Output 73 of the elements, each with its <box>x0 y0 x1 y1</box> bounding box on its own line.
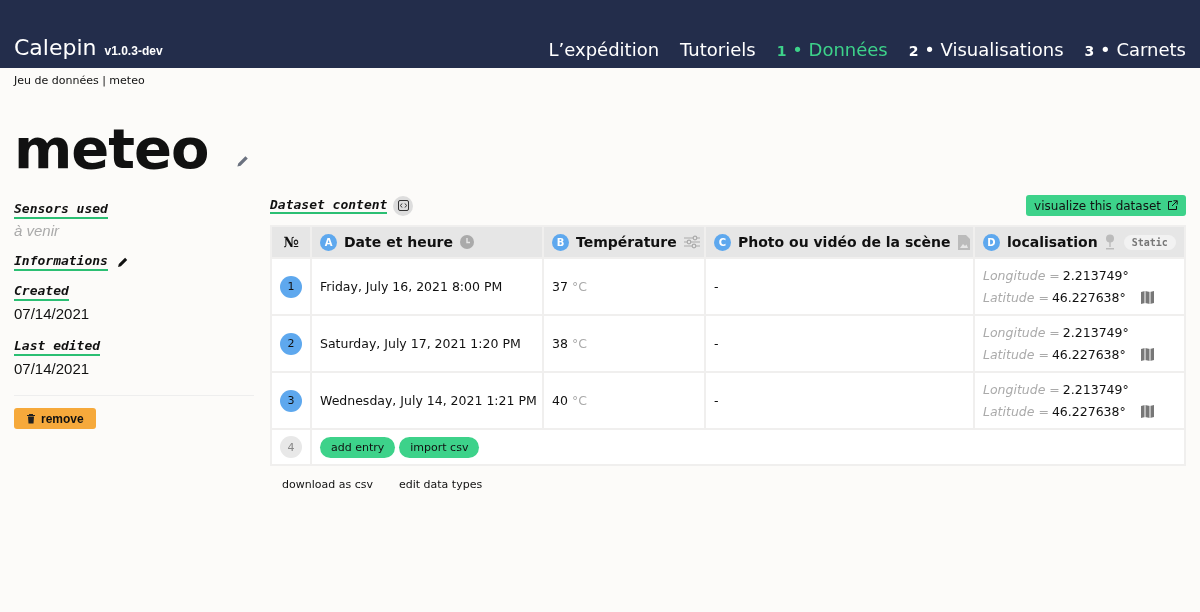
date-value: 07/14/2021 <box>14 305 91 322</box>
row-number: 4 <box>280 436 302 458</box>
unit-label: °C <box>571 393 587 408</box>
section-heading: Created <box>14 283 69 301</box>
row-number: 2 <box>280 332 302 355</box>
app-logo[interactable]: Calepin <box>14 35 97 60</box>
nav-link[interactable]: 3 • Carnets <box>1084 39 1186 60</box>
text-link[interactable]: edit data types <box>398 478 483 491</box>
column-title: Photo ou vidéo de la scène <box>738 234 951 250</box>
visualize-button[interactable]: visualize this dataset <box>1026 195 1186 216</box>
column-tag: Static <box>1123 234 1176 250</box>
table-button[interactable]: import csv <box>399 436 480 458</box>
page-title: meteo <box>14 119 209 179</box>
table-cell: - <box>706 373 973 428</box>
nav-link[interactable]: Tutoriels <box>680 39 756 60</box>
column-header: № <box>272 227 310 257</box>
external-link-icon <box>1167 200 1178 211</box>
pin-icon <box>1104 234 1115 250</box>
text-link[interactable]: download as csv <box>282 478 373 491</box>
section-heading: Dataset content <box>270 197 388 214</box>
coordinate-label: Latitude = <box>983 404 1049 419</box>
code-icon <box>397 200 409 211</box>
table-cell: Wednesday, July 14, 2021 1:21 PM <box>312 373 542 428</box>
image-file-icon <box>957 234 970 250</box>
sliders-icon <box>683 235 700 249</box>
coordinate-value: 2.213749° <box>1062 325 1129 340</box>
unit-label: °C <box>571 279 587 294</box>
edit-icon[interactable] <box>115 255 130 269</box>
coordinate-label: Latitude = <box>983 290 1049 305</box>
breadcrumb: Jeu de données | meteo <box>14 74 146 87</box>
temperature-value: 38 <box>552 336 568 351</box>
remove-button[interactable]: remove <box>14 408 96 429</box>
nav-link[interactable]: 2 • Visualisations <box>908 39 1064 60</box>
row-number: 3 <box>280 389 302 412</box>
coordinate-value: 46.227638° <box>1051 290 1126 305</box>
code-button[interactable] <box>393 195 414 216</box>
column-badge: A <box>320 233 337 251</box>
section-heading: Sensors used <box>14 201 108 219</box>
placeholder-text: à venir <box>14 222 61 239</box>
coordinate-value: 46.227638° <box>1051 404 1126 419</box>
row-number: 1 <box>280 275 302 298</box>
section-heading: Informations <box>14 253 108 271</box>
column-badge: C <box>714 233 731 251</box>
version-label: v1.0.3-dev <box>104 44 163 58</box>
table-cell: - <box>706 259 973 314</box>
trash-icon <box>26 413 36 424</box>
coordinate-value: 46.227638° <box>1051 347 1126 362</box>
temperature-value: 40 <box>552 393 568 408</box>
column-title: Température <box>576 234 677 250</box>
column-title: Date et heure <box>344 234 454 250</box>
temperature-value: 37 <box>552 279 568 294</box>
map-icon[interactable] <box>1140 291 1154 304</box>
date-value: 07/14/2021 <box>14 360 91 377</box>
column-title: localisation <box>1007 234 1098 250</box>
map-icon[interactable] <box>1140 348 1154 361</box>
column-badge: B <box>552 233 569 251</box>
table-cell: Friday, July 16, 2021 8:00 PM <box>312 259 542 314</box>
coordinate-label: Longitude = <box>983 268 1060 283</box>
nav-link[interactable]: 1 • Données <box>776 39 888 60</box>
table-cell: - <box>706 316 973 371</box>
table-cell: Saturday, July 17, 2021 1:20 PM <box>312 316 542 371</box>
coordinate-value: 2.213749° <box>1062 268 1129 283</box>
coordinate-value: 2.213749° <box>1062 382 1129 397</box>
clock-icon <box>460 235 475 249</box>
table-button[interactable]: add entry <box>320 436 396 458</box>
coordinate-label: Longitude = <box>983 325 1060 340</box>
section-heading: Last edited <box>14 338 101 356</box>
unit-label: °C <box>571 336 587 351</box>
map-icon[interactable] <box>1140 405 1154 418</box>
coordinate-label: Latitude = <box>983 347 1049 362</box>
column-badge: D <box>983 233 1000 251</box>
nav-link[interactable]: L’expédition <box>548 39 660 60</box>
coordinate-label: Longitude = <box>983 382 1060 397</box>
